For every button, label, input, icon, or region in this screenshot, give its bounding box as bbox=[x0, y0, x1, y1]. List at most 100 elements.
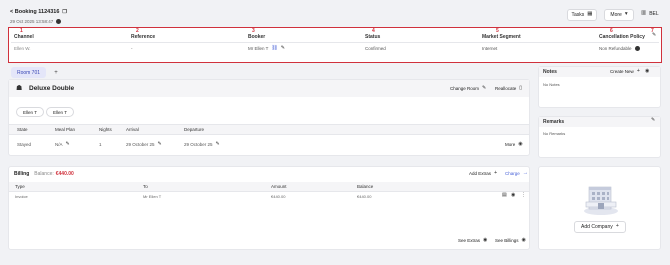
eye-icon: ◉ bbox=[521, 237, 526, 243]
kebab-menu-icon[interactable]: ⋮ bbox=[521, 193, 526, 198]
billing-table-header-bar bbox=[9, 182, 529, 191]
eye-icon: ◉ bbox=[483, 237, 488, 243]
summary-cancellation-value: Non Refundable bbox=[599, 46, 640, 51]
add-extras-label: Add Extras bbox=[469, 171, 492, 177]
room-header-departure: Departure bbox=[184, 127, 205, 132]
reallocate-button[interactable]: Reallocate ▯ bbox=[495, 85, 523, 92]
guest-chip[interactable]: Ellen T bbox=[46, 107, 74, 117]
summary-channel-value: Ellen W. bbox=[14, 46, 31, 51]
summary-header-status: Status bbox=[365, 34, 381, 40]
door-icon: ▯ bbox=[519, 85, 523, 91]
add-company-label: Add Company bbox=[581, 224, 613, 230]
remarks-empty: No Remarks bbox=[543, 131, 566, 136]
notes-empty: No Notes bbox=[543, 82, 560, 87]
back-link[interactable]: < Booking 1124316 ❐ bbox=[10, 9, 67, 15]
info-icon[interactable] bbox=[56, 19, 62, 24]
summary-divider bbox=[11, 42, 659, 43]
info-icon[interactable] bbox=[634, 46, 640, 51]
create-note-button[interactable]: Create New + ◉ bbox=[610, 68, 649, 75]
billing-header-divider bbox=[9, 191, 529, 192]
tasks-button[interactable]: Tasks ▦ bbox=[567, 9, 597, 21]
more-label: More bbox=[610, 12, 622, 18]
remarks-title: Remarks bbox=[543, 119, 565, 125]
room-header-meal-plan: Meal Plan bbox=[55, 127, 76, 132]
billing-header-balance: Balance bbox=[357, 184, 374, 189]
eye-icon[interactable]: ◉ bbox=[645, 69, 649, 74]
copy-icon[interactable]: ❐ bbox=[62, 9, 66, 15]
billing-title: Billing bbox=[14, 171, 30, 177]
change-room-label: Change Room bbox=[450, 86, 480, 91]
summary-reference-value: - bbox=[131, 46, 133, 51]
summary-header-reference: Reference bbox=[131, 34, 156, 40]
summary-status-value: Confirmed bbox=[365, 46, 386, 51]
booker-name[interactable]: Mr Ellen T bbox=[248, 46, 268, 51]
arrow-right-icon: → bbox=[522, 170, 529, 176]
more-label: More bbox=[505, 142, 516, 147]
room-table-header-divider bbox=[9, 134, 529, 135]
edit-arrival-icon[interactable]: ✎ bbox=[158, 142, 162, 147]
change-room-button[interactable]: Change Room ✎ bbox=[450, 85, 487, 92]
billing-amount-value: €440.00 bbox=[271, 194, 286, 199]
tasks-label: Tasks bbox=[571, 12, 585, 18]
datetime-text: 29 Oct 2025 13:58:47 bbox=[10, 19, 54, 24]
room-header-nights: Nights bbox=[99, 127, 112, 132]
tab-room-label: Room 701 bbox=[16, 69, 41, 76]
see-extras-label: See Extras bbox=[458, 238, 481, 243]
company-illustration bbox=[584, 183, 618, 217]
charge-button[interactable]: Charge → bbox=[505, 170, 529, 177]
see-billings-button[interactable]: See Billings ◉ bbox=[495, 237, 526, 244]
link-icon[interactable]: ⛓ bbox=[271, 46, 277, 51]
room-header-arrival: Arrival bbox=[126, 127, 139, 132]
billing-balance-value: €440.00 bbox=[357, 194, 372, 199]
summary-highlight-box bbox=[8, 27, 662, 63]
bed-icon: ☗ bbox=[16, 85, 23, 92]
room-departure-value: 29 October 25 ✎ bbox=[184, 142, 220, 148]
room-nights-value: 1 bbox=[99, 142, 102, 147]
more-button[interactable]: More ▾ bbox=[604, 9, 634, 21]
summary-market-segment-value: Internet bbox=[482, 46, 498, 51]
guest-chip[interactable]: Ellen T bbox=[16, 107, 44, 117]
add-extras-button[interactable]: Add Extras + bbox=[469, 170, 497, 177]
summary-header-channel: Channel bbox=[14, 34, 34, 40]
guest-name: Ellen T bbox=[23, 109, 37, 115]
booking-title: < Booking 1124316 bbox=[10, 9, 60, 15]
room-more-button[interactable]: More ◉ bbox=[505, 142, 523, 148]
pencil-icon: ✎ bbox=[482, 85, 487, 91]
room-arrival-value: 29 October 25 ✎ bbox=[126, 142, 162, 148]
summary-header-cancellation: Cancellation Policy bbox=[599, 34, 645, 40]
add-room-tab-button[interactable]: + bbox=[50, 68, 62, 77]
guest-name: Ellen T bbox=[53, 109, 67, 115]
printer-icon[interactable]: ▤ bbox=[502, 193, 507, 198]
cancellation-text: Non Refundable bbox=[599, 46, 632, 51]
edit-meal-plan-icon[interactable]: ✎ bbox=[66, 142, 70, 147]
edit-summary-icon[interactable]: ✎ bbox=[652, 33, 656, 38]
building-illustration-icon bbox=[584, 186, 618, 215]
see-extras-button[interactable]: See Extras ◉ bbox=[458, 237, 488, 244]
tab-room[interactable]: Room 701 bbox=[11, 67, 46, 78]
summary-header-booker: Booker bbox=[248, 34, 266, 40]
tasks-icon: ▦ bbox=[587, 11, 593, 18]
charge-label: Charge bbox=[505, 171, 520, 177]
billing-header-amount: Amount bbox=[271, 184, 287, 189]
edit-booker-icon[interactable]: ✎ bbox=[281, 46, 285, 51]
booking-datetime: 29 Oct 2025 13:58:47 bbox=[10, 19, 62, 24]
balance-value: €440.00 bbox=[55, 171, 74, 177]
room-meal-plan-value: N/A ✎ bbox=[55, 142, 70, 148]
room-state-value: Stayed bbox=[17, 142, 32, 147]
building-icon: ▥ bbox=[641, 10, 647, 17]
edit-departure-icon[interactable]: ✎ bbox=[216, 142, 220, 147]
billing-header-to: To bbox=[143, 184, 148, 189]
room-table-header-bar bbox=[9, 125, 529, 134]
chevron-down-icon: ▾ bbox=[624, 11, 628, 18]
eye-icon[interactable]: ◉ bbox=[511, 193, 515, 198]
summary-booker-value: Mr Ellen T ⛓ ✎ bbox=[248, 46, 285, 52]
notes-title: Notes bbox=[543, 69, 557, 75]
edit-remarks-icon[interactable]: ✎ bbox=[651, 118, 655, 123]
bel-badge[interactable]: ▥ BEL bbox=[641, 11, 659, 17]
room-header-state: State bbox=[17, 127, 28, 132]
meal-plan-text: N/A bbox=[55, 142, 63, 147]
add-company-button[interactable]: Add Company + bbox=[574, 221, 626, 233]
balance-label: Balance: bbox=[34, 171, 54, 177]
bel-label: BEL bbox=[649, 11, 659, 17]
plus-icon: + bbox=[615, 223, 619, 230]
